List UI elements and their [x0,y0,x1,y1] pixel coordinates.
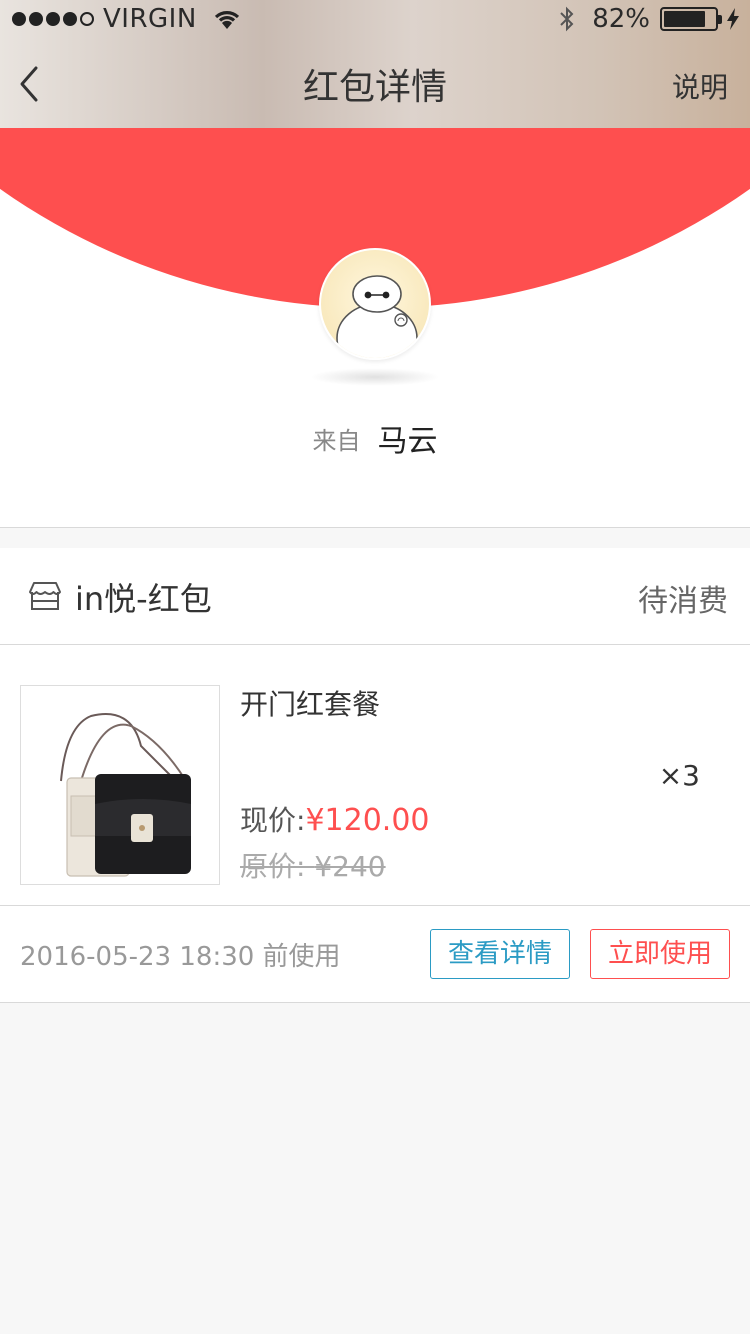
shop-name: in悦-红包 [75,580,212,618]
divider [0,527,750,528]
use-now-button[interactable]: 立即使用 [590,929,730,979]
avatar-shadow [310,368,440,386]
top-bar: VIRGIN 82% 红包详情 说明 [0,0,750,128]
expire-text: 2016-05-23 18:30 前使用 [20,942,341,972]
store-icon [29,582,61,610]
empty-area [0,1003,750,1334]
robot-avatar-icon [336,275,418,358]
product-image [20,685,220,885]
original-price: 原价: ¥240 [240,845,386,885]
product-row[interactable]: 开门红套餐 ×3 现价:¥120.00 原价: ¥240 [0,645,750,905]
action-row: 2016-05-23 18:30 前使用 查看详情 立即使用 [0,906,750,1002]
carrier-name: VIRGIN [103,4,197,34]
coupon-status: 待消费 [638,584,728,619]
product-quantity: ×3 [658,759,700,792]
battery-icon [660,7,722,31]
page-title: 红包详情 [302,67,447,108]
help-button[interactable]: 说明 [672,66,728,106]
status-bar: VIRGIN 82% [0,0,750,40]
wifi-icon [214,11,239,29]
navigation-bar: 红包详情 说明 [0,40,750,128]
original-price-value: ¥240 [314,850,386,883]
charging-icon [727,8,739,30]
current-price: 现价:¥120.00 [240,799,430,839]
current-price-label: 现价: [240,804,306,837]
sender-name: 马云 [377,424,438,459]
avatar [319,248,431,360]
from-label: 来自 [312,426,361,455]
coupon-card: in悦-红包 待消费 开门红套餐 ×3 现价:¥120.00 原价: ¥240 … [0,548,750,1002]
current-price-value: ¥120.00 [305,803,430,838]
page: VIRGIN 82% 红包详情 说明 来自 马云 in悦-红包 待消费 开门红套… [0,0,750,1334]
original-price-label: 原价: [240,850,315,883]
sender-line: 来自 马云 [0,416,750,460]
shop-row[interactable]: in悦-红包 待消费 [0,548,750,644]
handbag-icon [60,713,191,877]
product-title: 开门红套餐 [240,688,381,721]
battery-percent: 82% [592,4,650,34]
sender-banner: 来自 马云 [0,128,750,528]
view-details-button[interactable]: 查看详情 [430,929,570,979]
bluetooth-icon [560,6,574,32]
signal-strength-icon [12,12,97,26]
